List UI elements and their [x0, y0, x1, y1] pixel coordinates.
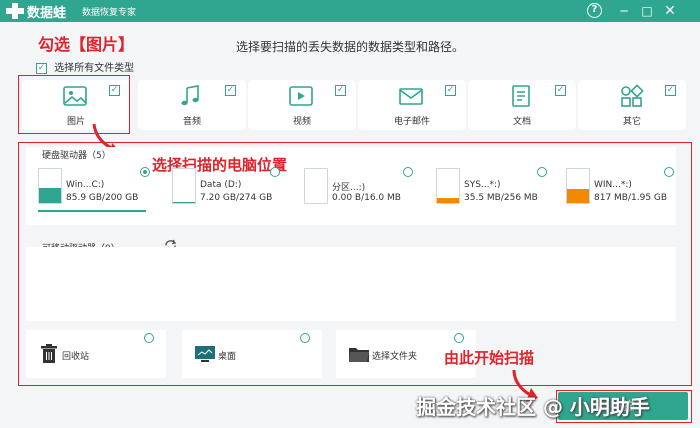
drive-usage-icon	[38, 168, 62, 204]
desktop-radio[interactable]	[300, 333, 310, 343]
music-icon	[181, 85, 199, 106]
note-start-here: 由此开始扫描	[444, 349, 535, 367]
file-type-audio[interactable]: ✓ 音频	[138, 80, 246, 130]
drive-win[interactable]: WIN...*:) 817 MB/1.95 GB	[566, 168, 676, 210]
hard-drive-title: 硬盘驱动器（5）	[42, 151, 111, 161]
file-type-label: 视频	[292, 117, 311, 127]
drive-usage-icon	[172, 168, 196, 204]
drive-c-radio[interactable]	[140, 167, 150, 177]
checkbox-icon: ✓	[36, 62, 47, 74]
title-bar: 数据蛙 数据恢复专家 ? ─ □ ✕	[0, 0, 700, 22]
other-icon	[621, 84, 644, 107]
note-select-pictures: 勾选【图片】	[38, 35, 135, 54]
file-type-video[interactable]: ✓ 视频	[248, 80, 356, 130]
email-checkbox[interactable]: ✓	[445, 85, 456, 96]
drive-win-radio[interactable]	[664, 167, 674, 177]
drive-usage-icon	[436, 168, 460, 204]
drive-sys[interactable]: SYS...*:) 35.5 MB/256 MB	[436, 168, 546, 210]
drive-c[interactable]: Win...C:) 85.9 GB/200 GB	[38, 168, 148, 210]
document-icon	[512, 85, 530, 107]
selected-underline	[38, 210, 146, 212]
file-type-other[interactable]: ✓ 其它	[578, 80, 686, 130]
drive-name: WIN...*:)	[594, 180, 632, 190]
select-all-checkbox[interactable]: ✓ 选择所有文件类型	[36, 59, 134, 74]
instruction-text: 选择要扫描的丢失数据的数据类型和路径。	[236, 40, 465, 54]
drive-size: 0.00 B/16.0 MB	[332, 193, 401, 203]
folder-icon	[349, 348, 369, 362]
file-type-label: 其它	[622, 117, 641, 127]
trash-icon	[41, 344, 57, 363]
drive-d[interactable]: Data (D:) 7.20 GB/274 GB	[172, 168, 282, 210]
app-subtitle: 数据恢复专家	[82, 8, 137, 18]
app-logo-icon	[6, 3, 24, 19]
close-button[interactable]: ✕	[661, 2, 679, 20]
audio-checkbox[interactable]: ✓	[225, 85, 236, 96]
choose-folder-radio[interactable]	[454, 333, 464, 343]
drive-name: Data (D:)	[200, 180, 242, 190]
email-icon	[399, 88, 423, 105]
drive-size: 85.9 GB/200 GB	[66, 193, 139, 203]
location-label: 桌面	[218, 352, 237, 362]
drive-sys-radio[interactable]	[537, 167, 547, 177]
drive-partition-radio[interactable]	[403, 167, 413, 177]
file-type-label: 电子邮件	[393, 117, 430, 127]
document-checkbox[interactable]: ✓	[555, 85, 566, 96]
drive-usage-icon	[566, 168, 590, 204]
file-type-label: 音频	[182, 117, 201, 127]
watermark-text: 掘金技术社区 @ 小明助手	[416, 395, 650, 419]
drive-d-radio[interactable]	[270, 167, 280, 177]
desktop-icon	[195, 346, 215, 362]
help-button[interactable]: ?	[587, 3, 602, 18]
drive-name: SYS...*:)	[464, 180, 501, 190]
location-label: 选择文件夹	[372, 352, 418, 362]
maximize-button[interactable]: □	[638, 2, 656, 20]
location-label: 回收站	[62, 352, 90, 362]
select-all-label: 选择所有文件类型	[54, 63, 135, 74]
file-type-email[interactable]: ✓ 电子邮件	[358, 80, 466, 130]
drive-size: 35.5 MB/256 MB	[464, 193, 538, 203]
drive-name: Win...C:)	[66, 180, 105, 190]
video-checkbox[interactable]: ✓	[335, 85, 346, 96]
file-type-label: 文档	[512, 117, 531, 127]
drive-size: 7.20 GB/274 GB	[200, 193, 273, 203]
drive-usage-icon	[304, 168, 328, 204]
video-icon	[289, 86, 313, 106]
drive-partition[interactable]: 分区...:) 0.00 B/16.0 MB	[304, 168, 414, 210]
removable-drive-panel	[26, 247, 676, 321]
drive-name: 分区...:)	[332, 183, 366, 193]
drive-size: 817 MB/1.95 GB	[594, 193, 668, 203]
file-type-document[interactable]: ✓ 文档	[468, 80, 576, 130]
app-name: 数据蛙	[27, 6, 67, 21]
minimize-button[interactable]: ─	[615, 2, 633, 20]
recycle-bin-radio[interactable]	[144, 333, 154, 343]
other-checkbox[interactable]: ✓	[665, 85, 676, 96]
